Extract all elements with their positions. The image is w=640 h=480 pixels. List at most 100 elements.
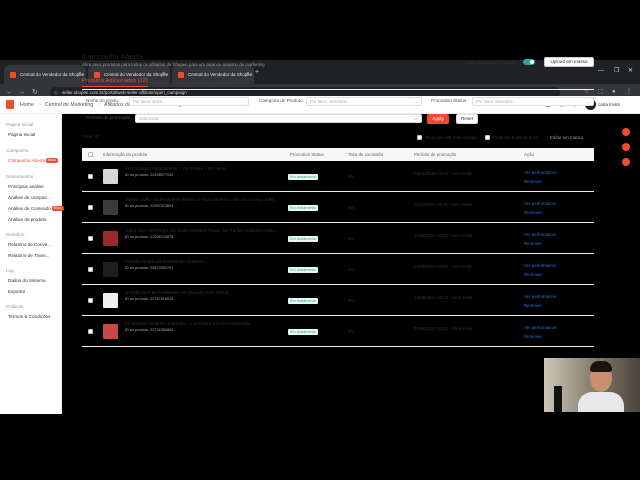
page-subtitle: Abra seus produtos para todos os afiliad… (82, 62, 265, 67)
row-checkbox[interactable] (88, 298, 93, 303)
chevron-right-icon: › (39, 102, 41, 108)
help-icon[interactable] (622, 143, 630, 151)
remove-link[interactable]: Remover (524, 210, 542, 216)
free-sample-label: Products with Free Sample (425, 135, 478, 140)
product-thumbnail (103, 231, 118, 246)
auto-add-label: Auto-Add New Products (466, 60, 516, 65)
sidebar-section-performance: Desempenho (6, 174, 34, 179)
product-name[interactable]: Mochila Notebook Resistente All Black (125, 259, 285, 265)
breadcrumb-home[interactable]: Home (20, 101, 34, 109)
column-header-period: Período de promoção (414, 152, 457, 157)
remove-link[interactable]: Remover (524, 303, 542, 309)
free-sample-checkbox[interactable] (417, 135, 422, 140)
row-checkbox[interactable] (88, 236, 93, 241)
sidebar-section-log: Log (6, 268, 14, 273)
row-checkbox[interactable] (88, 329, 93, 334)
sidebar-item-campaign-analysis[interactable]: Análise de campan... (8, 195, 51, 201)
category-select[interactable]: Por favor, selecione ⌄ (306, 97, 422, 106)
microphone-icon (554, 386, 562, 412)
row-checkbox[interactable] (88, 205, 93, 210)
sidebar-item-transaction-report[interactable]: Relatório de Trans... (8, 253, 49, 259)
shopee-logo-icon[interactable] (6, 100, 14, 109)
maximize-icon[interactable]: ❐ (614, 68, 619, 74)
product-name[interactable]: Tapete Sofá Antiderrapante 40x60cm Para … (125, 197, 285, 203)
row-checkbox[interactable] (88, 267, 93, 272)
view-performance-link[interactable]: Ver performance (524, 170, 556, 176)
new-badge: Novo (46, 158, 59, 164)
remove-link[interactable]: Remover (524, 334, 542, 340)
tab-added-products[interactable]: Produtos Adicionados (12) (82, 76, 148, 87)
period-placeholder: Selecionar (139, 116, 159, 121)
status-badge: Em Andamento (288, 236, 318, 242)
presenter-hair (590, 361, 612, 372)
auto-add-toggle[interactable] (523, 59, 535, 65)
apply-button[interactable]: Apply (427, 114, 449, 124)
column-header-product: Informação do produto (103, 152, 148, 157)
sidebar-section-campaign: Campanha (6, 148, 29, 153)
tabs-divider (82, 89, 594, 90)
sidebar-section-report: Relatório (6, 232, 25, 237)
close-window-icon[interactable]: ✕ (628, 68, 633, 74)
status-badge: Em Andamento (288, 205, 318, 211)
webcam-overlay (544, 358, 640, 412)
product-name[interactable]: Kit Mochila Rodinha Joaninha + Lancheira… (125, 321, 285, 327)
commission-rate: 6% (348, 205, 355, 210)
product-name-input[interactable]: Por favor, insira... (129, 97, 249, 106)
product-name-label: Nome do produ... (86, 98, 122, 103)
chevron-down-icon: ⌄ (586, 99, 590, 104)
column-header-commission[interactable]: Taxa de comissão (348, 151, 383, 158)
sidebar: Página Inicial Página Inicial Campanha C… (0, 114, 64, 414)
sidebar-section-home: Página Inicial (6, 122, 34, 127)
new-badge: Novo (51, 206, 64, 212)
column-header-action: Ação (524, 152, 535, 157)
sidebar-item-main-analysis[interactable]: Principais análise (8, 184, 44, 190)
remove-link[interactable]: Remover (524, 179, 542, 185)
sidebar-item-product-analysis[interactable]: Análise de produto (8, 217, 46, 223)
product-name[interactable]: Umidificador de Ambientes de Quárido USB… (125, 290, 285, 296)
view-performance-link[interactable]: Ver performance (524, 263, 556, 269)
sidebar-item-open-campaign[interactable]: Campanha Aberta Novo (8, 158, 59, 164)
period-picker[interactable]: Selecionar ▭ (135, 114, 422, 123)
tab-not-added-products[interactable]: Produtos Não Adicionados (0) (158, 76, 232, 86)
sidebar-item-content-analysis[interactable]: Análise de Conteúdo Novo (8, 206, 64, 212)
calendar-icon: ▭ (414, 116, 418, 121)
view-performance-link[interactable]: Ver performance (524, 294, 556, 300)
reset-button[interactable]: Reset (456, 114, 478, 124)
product-name-placeholder: Por favor, insira... (133, 99, 166, 104)
table-row: Hand Grip ORIGINAL De Mola Ajustável Fle… (82, 223, 594, 254)
expiring-checkbox[interactable] (485, 135, 490, 140)
product-name[interactable]: Hand Grip ORIGINAL De Mola Ajustável Fle… (125, 228, 285, 234)
status-badge: Em Andamento (288, 329, 318, 335)
remove-link[interactable]: Remover (524, 272, 542, 278)
bulk-upload-button[interactable]: Upload em massa (544, 57, 594, 67)
view-performance-link[interactable]: Ver performance (524, 232, 556, 238)
expiring-label: Products Expiring Soon (493, 135, 539, 140)
sidebar-item-export[interactable]: Exportar (8, 289, 25, 295)
row-checkbox[interactable] (88, 174, 93, 179)
product-name[interactable]: Kit Frigideira Antiaderente + 06 Pratos … (125, 166, 285, 172)
product-id: ID do produto: 23997313504 (125, 204, 174, 208)
table-row: Kit Mochila Rodinha Joaninha + Lancheira… (82, 316, 594, 347)
feedback-icon[interactable] (622, 158, 630, 166)
status-badge: Em Andamento (288, 174, 318, 180)
select-all-checkbox[interactable] (88, 152, 93, 157)
sidebar-item-system-data[interactable]: Dados do Sistema (8, 278, 46, 284)
view-performance-link[interactable]: Ver performance (524, 325, 556, 331)
sidebar-item-conversion-report[interactable]: Relatório de Conve... (8, 242, 51, 248)
promotion-period: 11/10/2024 21:10 - Sem limite (414, 202, 473, 207)
chevron-down-icon: ⌄ (414, 99, 418, 104)
status-badge: Em Andamento (288, 267, 318, 273)
chat-icon[interactable] (622, 128, 630, 136)
view-performance-link[interactable]: Ver performance (524, 201, 556, 207)
sidebar-item-home[interactable]: Página Inicial (8, 132, 35, 138)
product-id: ID do produto: 22787816028 (125, 297, 174, 301)
status-select[interactable]: Por favor, selecione ⌄ (472, 97, 594, 106)
product-thumbnail (103, 169, 118, 184)
product-thumbnail (103, 262, 118, 277)
commission-rate: 6% (348, 329, 355, 334)
status-badge: Em Andamento (288, 298, 318, 304)
bulk-edit-dropdown[interactable]: Editar em massa (550, 134, 583, 141)
remove-link[interactable]: Remover (524, 241, 542, 247)
table-row: Kit Frigideira Antiaderente + 06 Pratos … (82, 161, 594, 192)
sidebar-item-terms[interactable]: Termos & Condições (8, 314, 50, 320)
